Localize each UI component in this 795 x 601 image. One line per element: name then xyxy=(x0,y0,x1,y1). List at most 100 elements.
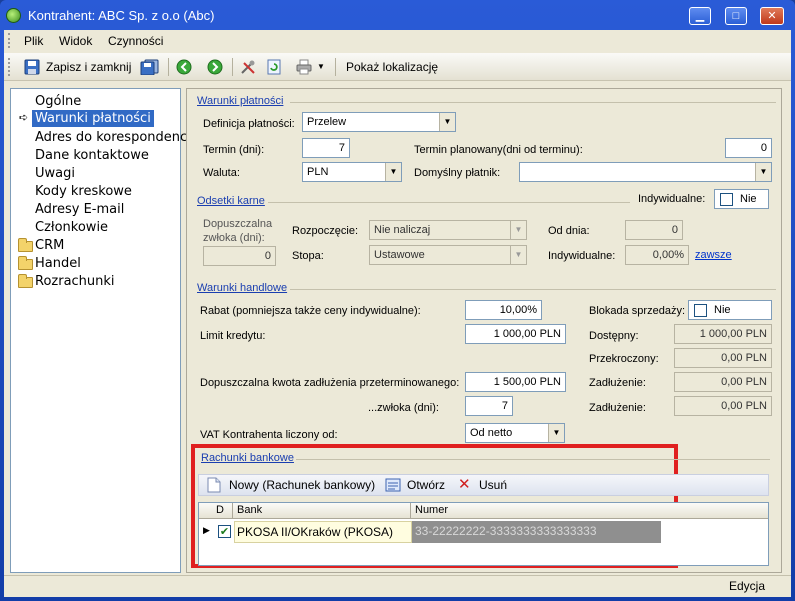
forward-icon[interactable] xyxy=(207,59,223,75)
interest-individual-label: Indywidualne: xyxy=(638,193,706,205)
chevron-down-icon[interactable]: ▼ xyxy=(510,246,526,264)
table-row[interactable]: ▶ ✔ PKOSA II/OKraków (PKOSA) 33-22222222… xyxy=(199,521,768,543)
column-header-numer[interactable]: Numer xyxy=(415,504,448,516)
planned-term-label: Termin planowany(dni od terminu): xyxy=(414,144,583,156)
delete-button[interactable]: Usuń xyxy=(479,478,507,492)
section-rachunki-bankowe: Rachunki bankowe xyxy=(201,452,294,464)
nav-folder-crm[interactable]: CRM xyxy=(35,237,64,254)
block-sale-checkbox[interactable] xyxy=(694,304,707,317)
nav-item-ogolne[interactable]: Ogólne xyxy=(35,93,81,110)
status-mode: Edycja xyxy=(729,579,766,593)
maximize-button[interactable]: □ xyxy=(725,7,747,25)
column-header-d[interactable]: D xyxy=(216,504,224,516)
new-account-button[interactable]: Nowy (Rachunek bankowy) xyxy=(229,478,375,492)
toolbar-separator xyxy=(232,58,233,76)
from-day-input[interactable]: 0 xyxy=(625,220,683,240)
payer-label: Domyślny płatnik: xyxy=(414,167,501,179)
tools-icon[interactable] xyxy=(240,59,256,75)
section-line xyxy=(296,459,770,460)
show-location-button[interactable]: Pokaż lokalizację xyxy=(346,58,438,76)
individual-rate-input[interactable]: 0,00% xyxy=(625,245,689,265)
individual-rate-label: Indywidualne: xyxy=(548,250,616,262)
interest-individual-checkbox[interactable] xyxy=(720,193,733,206)
discount-label: Rabat (pomniejsza także ceny indywidualn… xyxy=(200,305,421,317)
block-sale-label: Blokada sprzedaży: xyxy=(589,305,685,317)
start-combo[interactable]: Nie naliczaj ▼ xyxy=(369,220,527,240)
folder-icon xyxy=(18,238,33,252)
close-button[interactable]: ✕ xyxy=(760,7,784,25)
delay-input[interactable]: 0 xyxy=(203,246,276,266)
column-header-bank[interactable]: Bank xyxy=(237,504,262,516)
refresh-icon[interactable] xyxy=(266,59,282,75)
print-dropdown-icon[interactable]: ▼ xyxy=(317,58,325,76)
nav-folder-rozrachunki[interactable]: Rozrachunki xyxy=(35,273,115,290)
toolbar: Zapisz i zamknij ▼ Pokaż lokalizację xyxy=(4,53,791,81)
row-bank[interactable]: PKOSA II/OKraków (PKOSA) xyxy=(234,521,412,543)
debt2-label: Zadłużenie: xyxy=(589,402,646,414)
available-value: 1 000,00 PLN xyxy=(674,324,772,344)
vat-label: VAT Kontrahenta liczony od: xyxy=(200,429,338,441)
currency-combo[interactable]: PLN ▼ xyxy=(302,162,402,182)
title-bar[interactable]: Kontrahent: ABC Sp. z o.o (Abc) ▁ □ ✕ xyxy=(0,0,795,30)
rate-combo[interactable]: Ustawowe ▼ xyxy=(369,245,527,265)
chevron-down-icon[interactable]: ▼ xyxy=(548,424,564,442)
definition-label: Definicja płatności: xyxy=(203,118,295,130)
grace-days-label: ...zwłoka (dni): xyxy=(368,402,439,414)
chevron-down-icon[interactable]: ▼ xyxy=(755,163,771,181)
toolbar-grip xyxy=(8,58,11,76)
block-sale-box[interactable]: Nie xyxy=(688,300,772,320)
nav-item-czlonkowie[interactable]: Członkowie xyxy=(35,219,108,236)
row-checkbox[interactable]: ✔ xyxy=(218,525,231,538)
bank-toolbar: Nowy (Rachunek bankowy) Otwórz ✕ Usuń xyxy=(198,474,769,496)
print-icon[interactable] xyxy=(296,59,312,75)
row-indicator-icon: ▶ xyxy=(203,526,210,536)
exceeded-label: Przekroczony: xyxy=(589,353,659,365)
planned-term-input[interactable]: 0 xyxy=(725,138,772,158)
credit-limit-label: Limit kredytu: xyxy=(200,330,266,342)
grid-header: D Bank Numer xyxy=(199,503,768,519)
always-link[interactable]: zawsze xyxy=(695,249,732,261)
save-icon xyxy=(24,59,40,75)
nav-item-kody-kreskowe[interactable]: Kody kreskowe xyxy=(35,183,132,200)
payer-combo[interactable]: ▼ xyxy=(519,162,772,182)
menu-plik[interactable]: Plik xyxy=(24,34,43,48)
interest-individual-box[interactable]: Nie xyxy=(714,189,769,209)
nav-item-uwagi[interactable]: Uwagi xyxy=(35,165,75,182)
overdue-debt-input[interactable]: 1 500,00 PLN xyxy=(465,372,566,392)
back-icon[interactable] xyxy=(176,59,192,75)
term-input[interactable]: 7 xyxy=(302,138,350,158)
folder-icon xyxy=(18,274,33,288)
section-line xyxy=(290,102,776,103)
chevron-down-icon[interactable]: ▼ xyxy=(385,163,401,181)
row-number[interactable]: 33-22222222-3333333333333333 xyxy=(412,521,661,543)
discount-input[interactable]: 10,00% xyxy=(465,300,542,320)
chevron-down-icon[interactable]: ▼ xyxy=(439,113,455,131)
menu-czynnosci[interactable]: Czynności xyxy=(108,34,163,48)
nav-item-dane-kontaktowe[interactable]: Dane kontaktowe xyxy=(35,147,149,164)
nav-item-adresy-email[interactable]: Adresy E-mail xyxy=(35,201,124,218)
menu-widok[interactable]: Widok xyxy=(59,34,92,48)
status-bar: Edycja xyxy=(4,575,791,597)
minimize-button[interactable]: ▁ xyxy=(689,7,711,25)
definition-combo[interactable]: Przelew ▼ xyxy=(302,112,456,132)
start-label: Rozpoczęcie: xyxy=(292,225,359,237)
app-icon xyxy=(6,8,21,23)
from-day-label: Od dnia: xyxy=(548,225,590,237)
vat-combo[interactable]: Od netto ▼ xyxy=(465,423,565,443)
credit-limit-input[interactable]: 1 000,00 PLN xyxy=(465,324,566,344)
menu-bar: Plik Widok Czynności xyxy=(4,30,791,51)
delete-icon: ✕ xyxy=(458,476,471,493)
nav-item-warunki-platnosci[interactable]: Warunki płatności xyxy=(32,110,154,127)
open-button[interactable]: Otwórz xyxy=(407,478,445,492)
exceeded-value: 0,00 PLN xyxy=(674,348,772,368)
folder-icon xyxy=(18,256,33,270)
chevron-down-icon[interactable]: ▼ xyxy=(510,221,526,239)
nav-item-adres-korespondencji[interactable]: Adres do korespondencji xyxy=(35,129,194,146)
currency-label: Waluta: xyxy=(203,167,240,179)
nav-folder-handel[interactable]: Handel xyxy=(35,255,81,272)
grace-days-input[interactable]: 7 xyxy=(465,396,513,416)
save-close-button[interactable]: Zapisz i zamknij xyxy=(46,58,131,76)
delay-label: Dopuszczalna zwłoka (dni): xyxy=(203,218,273,244)
save-multiple-icon[interactable] xyxy=(140,59,160,75)
overdue-debt-label: Dopuszczalna kwota zadłużenia przetermin… xyxy=(200,377,460,389)
